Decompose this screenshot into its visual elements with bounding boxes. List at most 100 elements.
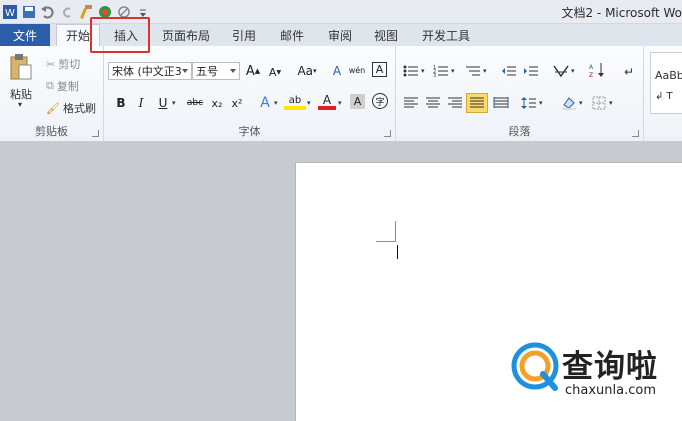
copy-button[interactable]: ⧉ 复制 <box>46 78 79 94</box>
multilevel-dropdown-icon[interactable]: ▾ <box>483 67 487 75</box>
multilevel-list-icon[interactable] <box>464 62 482 80</box>
svg-text:Z: Z <box>589 72 593 78</box>
font-color-button[interactable]: A <box>318 93 336 110</box>
highlight-button[interactable]: ab <box>284 94 306 110</box>
font-group: 宋体 (中文正3 五号 A ▲ A ▼ Aa ▾ A wén A B I U ▾ ab… <box>104 46 396 142</box>
enclose-char-button[interactable]: 字 <box>372 93 388 109</box>
font-name-select[interactable]: 宋体 (中文正3 <box>108 62 192 80</box>
decrease-indent-icon[interactable] <box>500 62 518 80</box>
text-effects-button[interactable]: A <box>256 94 274 112</box>
paste-dropdown-icon[interactable]: ▾ <box>18 100 22 109</box>
insert-tab-highlight <box>90 17 150 53</box>
clipboard-group: 粘贴 ▾ ✂ 剪切 ⧉ 复制 🖌 格式刷 剪贴板 <box>0 46 104 142</box>
subscript-button[interactable]: x₂ <box>208 94 226 112</box>
styles-gallery[interactable]: AaBb ↲ T <box>650 52 682 114</box>
chinese-layout-dropdown-icon[interactable]: ▾ <box>571 67 575 75</box>
svg-text:W: W <box>5 8 15 19</box>
align-center-icon[interactable] <box>424 94 442 112</box>
paste-icon[interactable] <box>8 52 34 82</box>
clear-format-button[interactable]: A <box>328 62 346 80</box>
word-window: W 文档2 - Microsoft Wo 文件 开始 插入 页面布局 引用 邮件… <box>0 0 682 421</box>
redo-icon[interactable] <box>59 4 75 20</box>
distributed-icon[interactable] <box>492 94 510 112</box>
tab-developer[interactable]: 开发工具 <box>414 24 478 46</box>
ribbon: 粘贴 ▾ ✂ 剪切 ⧉ 复制 🖌 格式刷 剪贴板 宋体 (中文正3 五号 A ▲… <box>0 46 682 142</box>
show-marks-icon[interactable]: ↵ <box>620 62 638 80</box>
undo-icon[interactable] <box>40 4 56 20</box>
shading-dropdown-icon[interactable]: ▾ <box>579 99 583 107</box>
bold-button[interactable]: B <box>112 94 130 112</box>
chinese-layout-icon[interactable] <box>552 62 570 80</box>
tab-mailings[interactable]: 邮件 <box>272 24 312 46</box>
margin-corner-mark <box>395 221 396 241</box>
tab-page-layout[interactable]: 页面布局 <box>158 24 214 46</box>
line-spacing-dropdown-icon[interactable]: ▾ <box>539 99 543 107</box>
watermark-url: chaxunla.com <box>565 383 656 398</box>
save-icon[interactable] <box>21 4 37 20</box>
clipboard-launcher-icon[interactable] <box>92 130 99 137</box>
margin-corner-mark <box>376 241 396 242</box>
font-size-select[interactable]: 五号 <box>192 62 240 80</box>
clipboard-group-label: 剪贴板 <box>35 125 68 138</box>
strikethrough-button[interactable]: abc <box>184 94 206 112</box>
bullets-icon[interactable] <box>402 62 420 80</box>
char-border-button[interactable]: A <box>372 62 387 77</box>
line-spacing-icon[interactable] <box>520 94 538 112</box>
text-effects-dropdown-icon[interactable]: ▾ <box>274 99 278 107</box>
underline-dropdown-icon[interactable]: ▾ <box>172 99 176 107</box>
increase-indent-icon[interactable] <box>522 62 540 80</box>
paragraph-group: ▾ 123 ▾ ▾ ▾ AZ ↵ ▾ ▾ ▾ 段落 <box>396 46 644 142</box>
scissors-icon: ✂ <box>46 57 56 71</box>
chaxunla-logo-icon <box>511 342 559 391</box>
paragraph-group-label: 段落 <box>508 125 531 138</box>
superscript-button[interactable]: x² <box>228 94 246 112</box>
style-preview-sub: ↲ T <box>655 91 673 102</box>
phonetic-guide-button[interactable]: wén <box>348 61 366 79</box>
borders-icon[interactable] <box>590 94 608 112</box>
align-right-icon[interactable] <box>446 94 464 112</box>
svg-text:A: A <box>589 64 594 71</box>
tab-references[interactable]: 引用 <box>224 24 264 46</box>
borders-dropdown-icon[interactable]: ▾ <box>609 99 613 107</box>
cut-button[interactable]: ✂ 剪切 <box>46 56 80 72</box>
svg-text:↵: ↵ <box>624 65 634 78</box>
copy-label: 复制 <box>56 80 79 93</box>
watermark-text: 查询啦 <box>562 349 658 385</box>
brush-icon: 🖌 <box>46 101 60 115</box>
word-logo-icon[interactable]: W <box>2 4 18 20</box>
sort-icon[interactable]: AZ <box>588 61 606 79</box>
window-title: 文档2 - Microsoft Wo <box>561 6 682 20</box>
justify-icon[interactable] <box>466 93 488 113</box>
font-name-value: 宋体 (中文正3 <box>112 65 182 78</box>
numbering-dropdown-icon[interactable]: ▾ <box>451 67 455 75</box>
watermark: 查询啦 chaxunla.com <box>505 340 682 420</box>
shading-icon[interactable] <box>560 94 578 112</box>
font-group-label: 字体 <box>238 125 261 138</box>
copy-icon: ⧉ <box>46 79 54 92</box>
numbering-icon[interactable]: 123 <box>432 62 450 80</box>
shrink-font-button[interactable]: A ▼ <box>266 63 284 81</box>
font-color-dropdown-icon[interactable]: ▾ <box>338 99 342 107</box>
tab-view[interactable]: 视图 <box>366 24 406 46</box>
highlight-dropdown-icon[interactable]: ▾ <box>307 99 311 107</box>
underline-button[interactable]: U <box>154 94 172 112</box>
tab-file[interactable]: 文件 <box>0 24 50 46</box>
italic-button[interactable]: I <box>132 94 150 112</box>
align-left-icon[interactable] <box>402 94 420 112</box>
font-size-value: 五号 <box>196 65 218 78</box>
paragraph-launcher-icon[interactable] <box>632 130 639 137</box>
chevron-down-icon <box>230 69 236 73</box>
cut-label: 剪切 <box>58 58 81 71</box>
style-preview: AaBb <box>655 69 682 82</box>
bullets-dropdown-icon[interactable]: ▾ <box>421 67 425 75</box>
font-launcher-icon[interactable] <box>384 130 391 137</box>
format-painter-button[interactable]: 🖌 格式刷 <box>46 100 96 116</box>
grow-font-button[interactable]: A ▲ <box>244 62 262 80</box>
change-case-button[interactable]: Aa ▾ <box>294 62 320 80</box>
format-painter-label: 格式刷 <box>62 102 96 115</box>
text-cursor <box>397 245 398 259</box>
svg-text:3: 3 <box>433 73 436 78</box>
chevron-down-icon <box>182 69 188 73</box>
char-shading-button[interactable]: A <box>350 94 365 109</box>
tab-review[interactable]: 审阅 <box>320 24 360 46</box>
